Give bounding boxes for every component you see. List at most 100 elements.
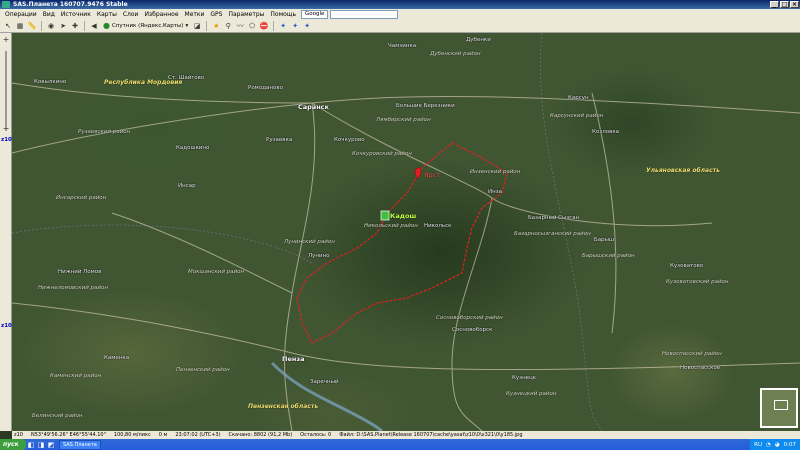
zoom-slider[interactable] [5,51,7,131]
mini-map[interactable] [760,388,798,428]
status-remaining: Осталось: 0 [300,432,332,438]
center-icon[interactable]: ✚ [70,21,80,31]
gps-follow-icon[interactable]: ✦ [290,21,300,31]
taskbar: пуск ◧ ◨ ◩ SAS.Планета RU ◔ ◕ 0:07 [0,439,800,450]
close-button[interactable]: × [790,1,799,8]
zoom-panel: + − z10 z10 [0,33,12,431]
chevron-down-icon: ▾ [185,22,189,29]
place-label: Ромоданово [248,85,283,91]
gps-center-icon[interactable]: ✦ [302,21,312,31]
marker-label[interactable]: Кадош [390,212,416,220]
district-label: Пензенский район [176,367,230,373]
main-toolbar: ↖ ▦ 📏 ◉ ➤ ✚ ◀ ● Спутник (Яндекс.Карты) ▾… [0,19,800,33]
status-zoom: z10 [14,432,23,438]
district-label: Барышский район [582,253,635,259]
status-time: 23:07:02 (UTC+3) [175,432,221,438]
mini-map-viewport[interactable] [774,400,788,410]
menu-layers[interactable]: Слои [120,11,142,18]
window-title: SAS.Планета 160707.9476 Stable [13,1,128,8]
district-label: Нижнеломовский район [38,285,108,291]
region-label: Пензенская область [248,403,319,410]
place-label: Кузоватово [670,263,704,269]
quick-launch-icon[interactable]: ◨ [36,440,46,450]
quick-launch-icon[interactable]: ◧ [26,440,36,450]
district-label: Рузаевский район [78,129,131,135]
place-label: Чамзинка [388,43,417,49]
toolbar-divider [84,20,85,31]
clock: 0:07 [783,441,796,448]
search-input[interactable] [330,9,399,19]
status-scale: 100,80 м/пикс [113,432,151,438]
title-bar: SAS.Планета 160707.9476 Stable _ □ × [0,0,800,9]
star-icon[interactable]: ★ [211,21,221,31]
map-view[interactable]: Республика Мордовия Ульяновская область … [12,33,800,431]
language-indicator[interactable]: RU [754,442,762,448]
district-label: Инсарский район [56,195,107,201]
tray-icon[interactable]: ◕ [775,442,780,448]
place-label: Сосновоборск [452,327,493,333]
map-source-label: Спутник (Яндекс.Карты) [111,22,184,29]
back-icon[interactable]: ◀ [89,21,99,31]
search-engine-select[interactable]: Google [301,9,329,19]
district-label: Белинский район [32,413,83,419]
place-label: Нижний Ломов [58,269,102,275]
select-area-icon[interactable]: ▦ [15,21,25,31]
place-label: Пенза [282,355,305,363]
pointer-icon[interactable]: ↖ [3,21,13,31]
toolbar-divider [206,20,208,31]
marker-label[interactable]: Ярст [424,171,440,179]
toolbar-divider [41,20,42,31]
tray-icon[interactable]: ◔ [766,442,771,448]
gps-icon[interactable]: ◉ [46,21,56,31]
menu-help[interactable]: Помощь [267,11,299,18]
district-label: Новоспасский район [662,351,722,357]
minimize-button[interactable]: _ [770,1,779,8]
globe-icon: ● [103,21,110,30]
menu-gps[interactable]: GPS [207,11,225,18]
district-label: Базарносызганский район [514,231,591,237]
menu-source[interactable]: Источник [58,11,94,18]
polygon-icon[interactable]: ⬠ [247,21,257,31]
zoom-in-button[interactable]: + [2,36,10,44]
system-tray: RU ◔ ◕ 0:07 [750,439,800,450]
ruler-icon[interactable]: 📏 [27,21,37,31]
district-label: Кузоватовский район [666,279,729,285]
place-pin-icon[interactable]: ⚲ [223,21,233,31]
menu-settings[interactable]: Параметры [225,11,267,18]
start-button[interactable]: пуск [0,439,26,450]
stop-icon[interactable]: ⛔ [259,21,269,31]
path-icon[interactable]: 〰 [235,21,245,31]
district-label: Лунинский район [284,239,335,245]
district-label: Карсунский район [550,113,604,119]
status-coordinates: N53°49'56.26" E46°55'44.10" [31,432,106,438]
district-label: Никольский район [364,223,418,229]
map-source-dropdown[interactable]: ● Спутник (Яндекс.Карты) ▾ [101,21,190,31]
district-label: Сосновоборский район [436,315,503,321]
taskbar-app-button[interactable]: SAS.Планета [59,439,101,450]
menu-operations[interactable]: Операции [2,11,40,18]
compass-icon[interactable]: ➤ [58,21,68,31]
zoom-out-button[interactable]: − [2,125,10,133]
menu-view[interactable]: Вид [40,11,58,18]
menu-favorites[interactable]: Избранное [141,11,181,18]
menu-marks[interactable]: Метки [182,11,208,18]
zoom-level-label: z10 [1,137,12,143]
place-label: Базарный Сызган [528,215,580,221]
place-label: Ст. Шайгово [168,75,205,81]
menu-maps[interactable]: Карты [94,11,120,18]
place-label: Каменка [104,355,130,361]
app-icon [2,1,10,8]
district-label: Дубенский район [430,51,481,57]
gps-track-icon[interactable]: ✦ [278,21,288,31]
layers-icon[interactable]: ◪ [192,21,202,31]
place-label: Заречный [310,379,339,385]
place-label: Барыш [594,237,615,243]
district-label: Кузнецкий район [506,391,557,397]
status-distance: 0 м [158,432,168,438]
quick-launch-icon[interactable]: ◩ [46,440,56,450]
region-label: Ульяновская область [646,167,720,174]
place-label: Никольск [424,223,452,229]
place-label: Козловка [592,129,620,135]
status-bar: z10 N53°49'56.26" E46°55'44.10" 100,80 м… [12,431,800,439]
maximize-button[interactable]: □ [780,1,789,8]
